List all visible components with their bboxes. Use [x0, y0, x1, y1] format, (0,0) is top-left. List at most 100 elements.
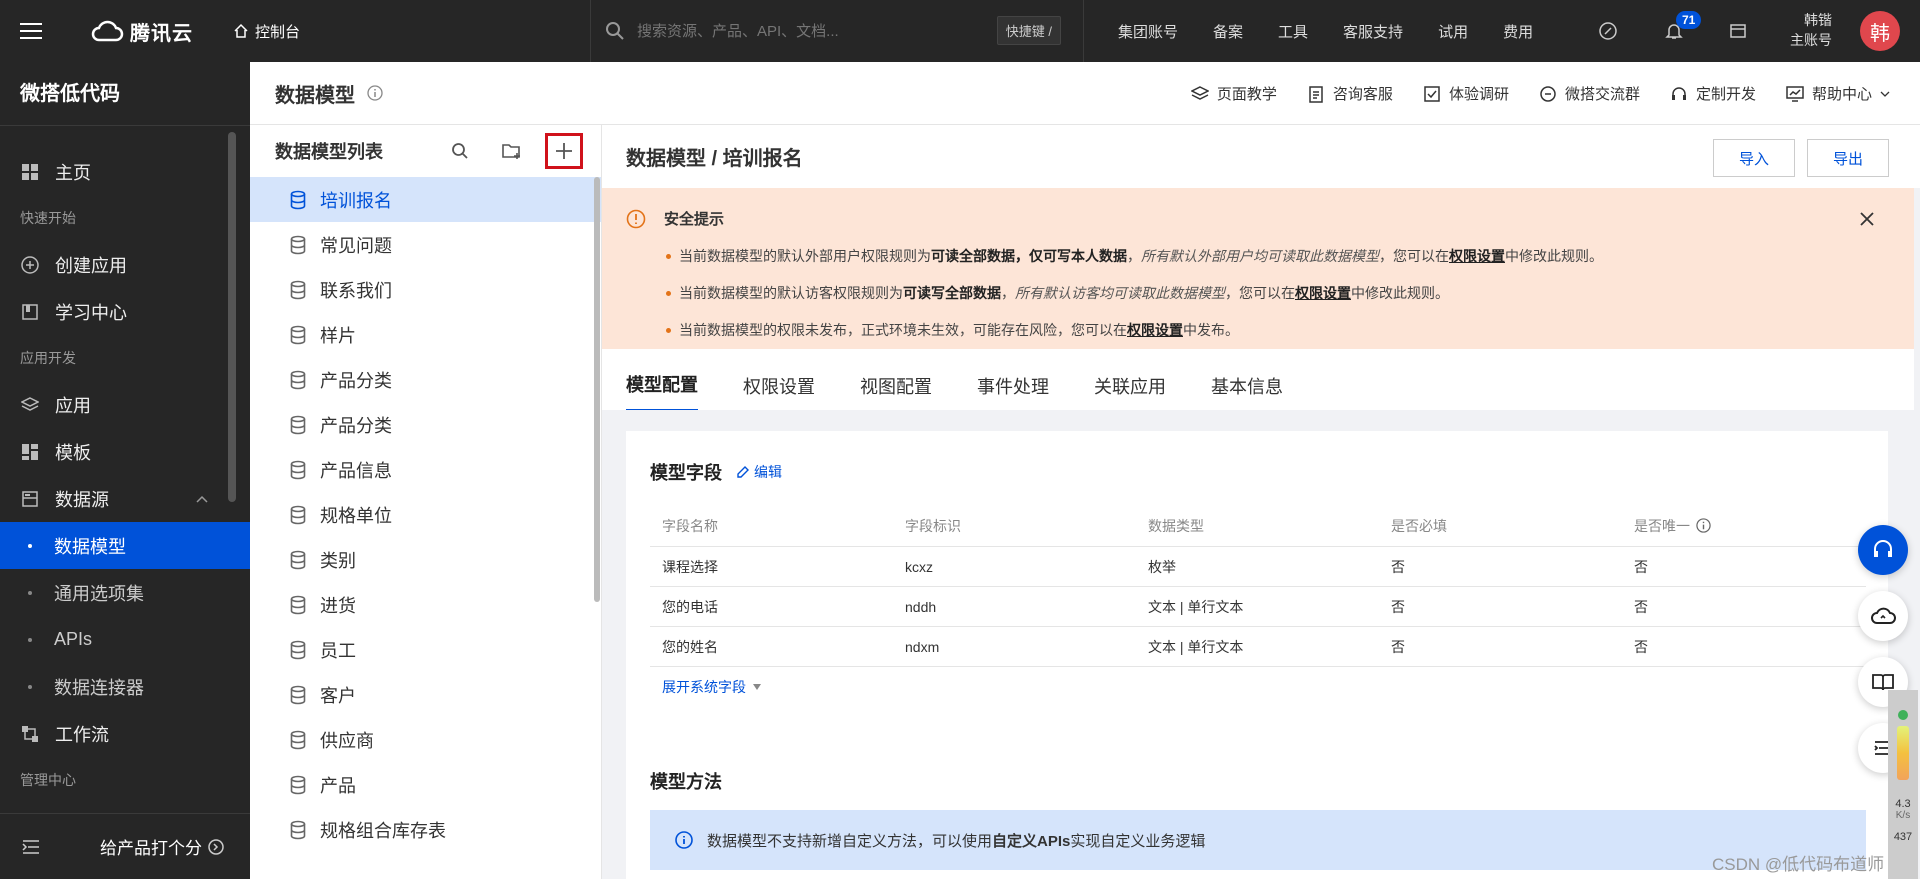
list-scrollbar[interactable]: [594, 177, 600, 602]
sidebar-item-home[interactable]: 主页: [0, 148, 250, 195]
model-list-item[interactable]: 产品分类: [250, 402, 601, 447]
nav-filing[interactable]: 备案: [1213, 21, 1243, 42]
model-list-item[interactable]: 供应商: [250, 717, 601, 762]
pencil-icon: [737, 466, 749, 478]
model-list-item[interactable]: 常见问题: [250, 222, 601, 267]
sidebar-subitem-connectors[interactable]: 数据连接器: [0, 663, 250, 710]
close-icon[interactable]: [1860, 212, 1874, 226]
nav-group-account[interactable]: 集团账号: [1118, 21, 1178, 42]
permission-settings-link[interactable]: 权限设置: [1127, 320, 1183, 340]
workflow-icon: [20, 724, 40, 744]
tab-events[interactable]: 事件处理: [977, 373, 1049, 411]
customer-service-button[interactable]: [1858, 525, 1908, 575]
sidebar-item-label: 数据源: [55, 489, 109, 510]
database-icon: [290, 460, 306, 479]
alert-text: ，您可以在: [1379, 248, 1449, 264]
link-consult[interactable]: 咨询客服: [1307, 83, 1393, 104]
search-input[interactable]: [637, 22, 977, 40]
sidebar-item-create-app[interactable]: 创建应用: [0, 241, 250, 288]
tab-model-config[interactable]: 模型配置: [626, 371, 698, 411]
table-row: 课程选择 kcxz 枚举 否 否: [650, 547, 1866, 587]
custom-apis-link[interactable]: 自定义APIs: [992, 830, 1070, 851]
link-page-tutorial[interactable]: 页面教学: [1190, 83, 1277, 104]
model-list-item[interactable]: 产品分类: [250, 357, 601, 402]
model-list-item-label: 联系我们: [320, 280, 392, 301]
edit-fields-link[interactable]: 编辑: [754, 462, 782, 482]
rate-product-link[interactable]: 给产品打个分: [100, 834, 202, 859]
new-folder-button[interactable]: [493, 133, 531, 169]
template-icon: [20, 442, 40, 462]
ticket-icon[interactable]: [1728, 21, 1748, 41]
sidebar-item-label: 数据模型: [54, 536, 126, 557]
user-name: 韩锴: [1804, 12, 1832, 28]
permission-settings-link[interactable]: 权限设置: [1449, 246, 1505, 266]
info-icon[interactable]: [367, 85, 383, 101]
menu-icon[interactable]: [0, 0, 62, 62]
model-list-item[interactable]: 联系我们: [250, 267, 601, 312]
column-header: 是否唯一: [1634, 517, 1690, 534]
nav-trial[interactable]: 试用: [1438, 21, 1468, 42]
link-label: 页面教学: [1216, 86, 1277, 103]
table-header: 字段名称 字段标识 数据类型 是否必填 是否唯一: [650, 505, 1866, 547]
avatar[interactable]: 韩: [1860, 11, 1900, 51]
sidebar-item-learning[interactable]: 学习中心: [0, 288, 250, 335]
model-list-item[interactable]: 规格组合库存表: [250, 807, 601, 852]
folder-plus-icon: [502, 144, 520, 159]
expand-system-fields-link[interactable]: 展开系统字段: [650, 667, 1866, 707]
sidebar-scrollbar[interactable]: [228, 132, 236, 502]
console-link[interactable]: 控制台: [233, 21, 300, 42]
alert-text: ，: [1127, 248, 1141, 264]
tab-basic-info[interactable]: 基本信息: [1211, 373, 1283, 411]
top-nav: 集团账号 备案 工具 客服支持 试用 费用: [1118, 0, 1568, 62]
sidebar-item-workflow[interactable]: 工作流: [0, 710, 250, 757]
table-cell: 否: [1634, 638, 1648, 655]
link-community[interactable]: 微搭交流群: [1539, 83, 1640, 104]
add-model-button[interactable]: [545, 133, 583, 169]
model-list-item[interactable]: 进货: [250, 582, 601, 627]
link-survey[interactable]: 体验调研: [1423, 83, 1509, 104]
info-icon[interactable]: [1696, 518, 1711, 533]
sidebar-item-datasource[interactable]: 数据源: [0, 475, 250, 522]
user-info[interactable]: 韩锴 主账号: [1790, 10, 1832, 50]
collapse-icon[interactable]: [22, 839, 40, 855]
sidebar-item-apps[interactable]: 应用: [0, 381, 250, 428]
sidebar-subitem-option-sets[interactable]: 通用选项集: [0, 569, 250, 616]
sidebar-subitem-apis[interactable]: APIs: [0, 616, 250, 663]
link-custom-dev[interactable]: 定制开发: [1670, 83, 1756, 104]
tab-related-apps[interactable]: 关联应用: [1094, 373, 1166, 411]
nav-billing[interactable]: 费用: [1503, 21, 1533, 42]
sidebar-subitem-data-model[interactable]: 数据模型: [0, 522, 250, 569]
methods-section: 模型方法 数据模型不支持新增自定义方法，可以使用 自定义APIs 实现自定义业务逻辑: [626, 740, 1888, 879]
brand-logo[interactable]: 腾讯云: [90, 17, 193, 46]
table-cell: 文本 | 单行文本: [1148, 638, 1244, 655]
alert-text: 中修改此规则。: [1505, 248, 1603, 264]
model-list-item[interactable]: 产品信息: [250, 447, 601, 492]
model-list-item[interactable]: 样片: [250, 312, 601, 357]
model-list-item[interactable]: 员工: [250, 627, 601, 672]
model-list-item[interactable]: 客户: [250, 672, 601, 717]
monitor-icon: [1786, 85, 1804, 102]
import-button[interactable]: 导入: [1713, 139, 1795, 177]
sidebar-item-label: 应用: [55, 395, 91, 416]
model-list-item[interactable]: 规格单位: [250, 492, 601, 537]
sidebar-item-label: 通用选项集: [54, 583, 144, 604]
model-list-item-label: 产品分类: [320, 370, 392, 391]
watermark: CSDN @低代码布道师: [1712, 855, 1885, 874]
sidebar-item-templates[interactable]: 模板: [0, 428, 250, 475]
model-list-item-label: 培训报名: [320, 190, 392, 211]
nav-tools[interactable]: 工具: [1278, 21, 1308, 42]
model-list-item[interactable]: 类别: [250, 537, 601, 582]
search-model-button[interactable]: [441, 133, 479, 169]
link-help-center[interactable]: 帮助中心: [1786, 83, 1890, 104]
export-button[interactable]: 导出: [1807, 139, 1889, 177]
cloud-refresh-button[interactable]: [1858, 591, 1908, 641]
fields-section: 模型字段 编辑 字段名称 字段标识 数据类型 是否必填 是否唯一 课程选择 kcx…: [626, 431, 1888, 747]
tab-view-config[interactable]: 视图配置: [860, 373, 932, 411]
model-list-item[interactable]: 培训报名: [250, 177, 601, 222]
link-icon[interactable]: [1598, 21, 1618, 41]
link-label: 体验调研: [1448, 86, 1509, 103]
tab-permissions[interactable]: 权限设置: [743, 373, 815, 411]
nav-support[interactable]: 客服支持: [1343, 21, 1403, 42]
permission-settings-link[interactable]: 权限设置: [1295, 283, 1351, 303]
model-list-item[interactable]: 产品: [250, 762, 601, 807]
